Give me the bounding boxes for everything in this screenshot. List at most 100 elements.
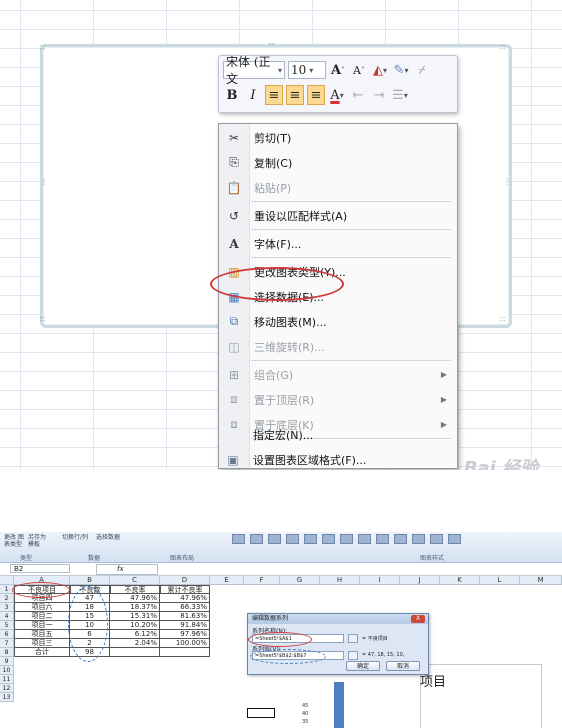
col-header[interactable]: J: [400, 576, 440, 585]
resize-handle-corner-tl[interactable]: ∷: [40, 44, 45, 52]
resize-handle-corner-br[interactable]: ∷: [500, 316, 505, 324]
name-box[interactable]: B2: [10, 564, 70, 573]
bold-button[interactable]: B: [223, 85, 241, 105]
table-cell[interactable]: [110, 648, 160, 657]
range-picker-icon[interactable]: [348, 634, 358, 643]
menu-item-font[interactable]: A 字体(F)...: [219, 231, 457, 256]
col-header[interactable]: I: [360, 576, 400, 585]
resize-handle-corner-tr[interactable]: ∷: [500, 44, 505, 52]
chart-layout-thumb[interactable]: [268, 534, 281, 544]
table-cell[interactable]: 100.00%: [160, 639, 210, 648]
menu-item-reset-style[interactable]: ↺ 重设以匹配样式(A): [219, 203, 457, 228]
table-cell[interactable]: 15.31%: [110, 612, 160, 621]
col-header[interactable]: C: [110, 576, 160, 585]
table-cell[interactable]: 10.20%: [110, 621, 160, 630]
table-cell[interactable]: 91.84%: [160, 621, 210, 630]
col-header[interactable]: E: [210, 576, 244, 585]
row-header[interactable]: 6: [0, 630, 14, 639]
col-header[interactable]: K: [440, 576, 480, 585]
col-header[interactable]: D: [160, 576, 210, 585]
change-chart-type-button[interactable]: 更改 图表类型: [4, 534, 24, 548]
resize-handle-right[interactable]: ⋮: [503, 178, 511, 186]
select-data-button[interactable]: 选择数据: [96, 534, 120, 541]
row-header[interactable]: 10: [0, 666, 14, 675]
table-cell[interactable]: 47.96%: [110, 594, 160, 603]
menu-item-format-chart-area[interactable]: ▣ 设置图表区域格式(F)...: [218, 447, 456, 470]
col-header[interactable]: H: [320, 576, 360, 585]
chart-style-thumb[interactable]: [448, 534, 461, 544]
align-left-button[interactable]: ≡: [265, 85, 283, 105]
row-header[interactable]: 3: [0, 603, 14, 612]
table-cell[interactable]: 项目六: [14, 603, 70, 612]
chart-style-thumb[interactable]: [286, 534, 299, 544]
row-header[interactable]: 5: [0, 621, 14, 630]
close-button[interactable]: X: [411, 615, 425, 623]
chart-style-thumb[interactable]: [340, 534, 353, 544]
table-cell[interactable]: 合计: [14, 648, 70, 657]
ok-button[interactable]: 确定: [346, 661, 380, 671]
row-header[interactable]: 9: [0, 657, 14, 666]
grow-font-button[interactable]: A ˄: [329, 60, 347, 80]
table-cell[interactable]: 项目三: [14, 639, 70, 648]
switch-row-column-button[interactable]: 切换行/列: [62, 534, 88, 541]
row-header[interactable]: 4: [0, 612, 14, 621]
chart-style-thumb[interactable]: [412, 534, 425, 544]
menu-item-assign-macro[interactable]: 指定宏(N)...: [218, 422, 456, 447]
col-header[interactable]: M: [520, 576, 562, 585]
table-cell[interactable]: 项目一: [14, 621, 70, 630]
table-cell[interactable]: 项目二: [14, 612, 70, 621]
formula-input[interactable]: fx: [96, 564, 158, 575]
chart-style-thumb[interactable]: [394, 534, 407, 544]
col-header[interactable]: G: [280, 576, 320, 585]
table-header-cell[interactable]: 不良率: [110, 585, 160, 594]
table-header-cell[interactable]: 累计不良率: [160, 585, 210, 594]
col-header[interactable]: B: [70, 576, 110, 585]
save-template-button[interactable]: 另存为 模板: [28, 534, 48, 548]
table-cell[interactable]: 81.63%: [160, 612, 210, 621]
chart-layout-thumb[interactable]: [232, 534, 245, 544]
range-picker-icon[interactable]: [348, 651, 358, 660]
chart-style-thumb[interactable]: [358, 534, 371, 544]
row-header[interactable]: 8: [0, 648, 14, 657]
menu-item-copy[interactable]: ⎘ 复制(C): [219, 150, 457, 175]
increase-indent-button[interactable]: ⇥: [370, 85, 388, 105]
chart-style-thumb[interactable]: [430, 534, 443, 544]
col-header[interactable]: L: [480, 576, 520, 585]
corner-cell[interactable]: [0, 576, 14, 585]
align-center-button[interactable]: ≡: [286, 85, 304, 105]
cancel-button[interactable]: 取消: [386, 661, 420, 671]
chart-style-thumb[interactable]: [322, 534, 335, 544]
menu-item-cut[interactable]: ✂ 剪切(T): [219, 125, 457, 150]
shrink-font-button[interactable]: A ˅: [350, 60, 368, 80]
row-header[interactable]: 2: [0, 594, 14, 603]
format-painter-button[interactable]: ⌿: [413, 60, 431, 80]
row-header[interactable]: 12: [0, 684, 14, 693]
table-cell[interactable]: 66.33%: [160, 603, 210, 612]
font-color-button[interactable]: A ▾: [328, 85, 346, 105]
row-header[interactable]: 11: [0, 675, 14, 684]
resize-handle-top[interactable]: ····: [268, 41, 275, 49]
table-cell[interactable]: 47.96%: [160, 594, 210, 603]
col-header[interactable]: F: [244, 576, 280, 585]
table-cell[interactable]: 97.96%: [160, 630, 210, 639]
table-cell[interactable]: 项目五: [14, 630, 70, 639]
table-cell[interactable]: [160, 648, 210, 657]
align-right-button[interactable]: ≡: [307, 85, 325, 105]
table-cell[interactable]: 18.37%: [110, 603, 160, 612]
line-color-button[interactable]: ✎ ▾: [392, 60, 410, 80]
chart-style-thumb[interactable]: [304, 534, 317, 544]
resize-handle-corner-bl[interactable]: ∷: [40, 316, 45, 324]
italic-button[interactable]: I: [244, 85, 262, 105]
chart-style-thumb[interactable]: [376, 534, 389, 544]
font-name-combo[interactable]: 宋体 (正文 ▾: [223, 55, 285, 86]
table-cell[interactable]: 6.12%: [110, 630, 160, 639]
bullets-button[interactable]: ☰ ▾: [391, 85, 409, 105]
decrease-indent-button[interactable]: ⇤: [349, 85, 367, 105]
row-header[interactable]: 7: [0, 639, 14, 648]
table-cell[interactable]: 2.04%: [110, 639, 160, 648]
resize-handle-left[interactable]: ⋮: [40, 178, 48, 186]
row-header[interactable]: 13: [0, 693, 14, 702]
font-size-combo[interactable]: 10 ▾: [288, 61, 326, 79]
menu-item-move-chart[interactable]: ⧉ 移动图表(M)...: [219, 309, 457, 334]
chart-layout-thumb[interactable]: [250, 534, 263, 544]
